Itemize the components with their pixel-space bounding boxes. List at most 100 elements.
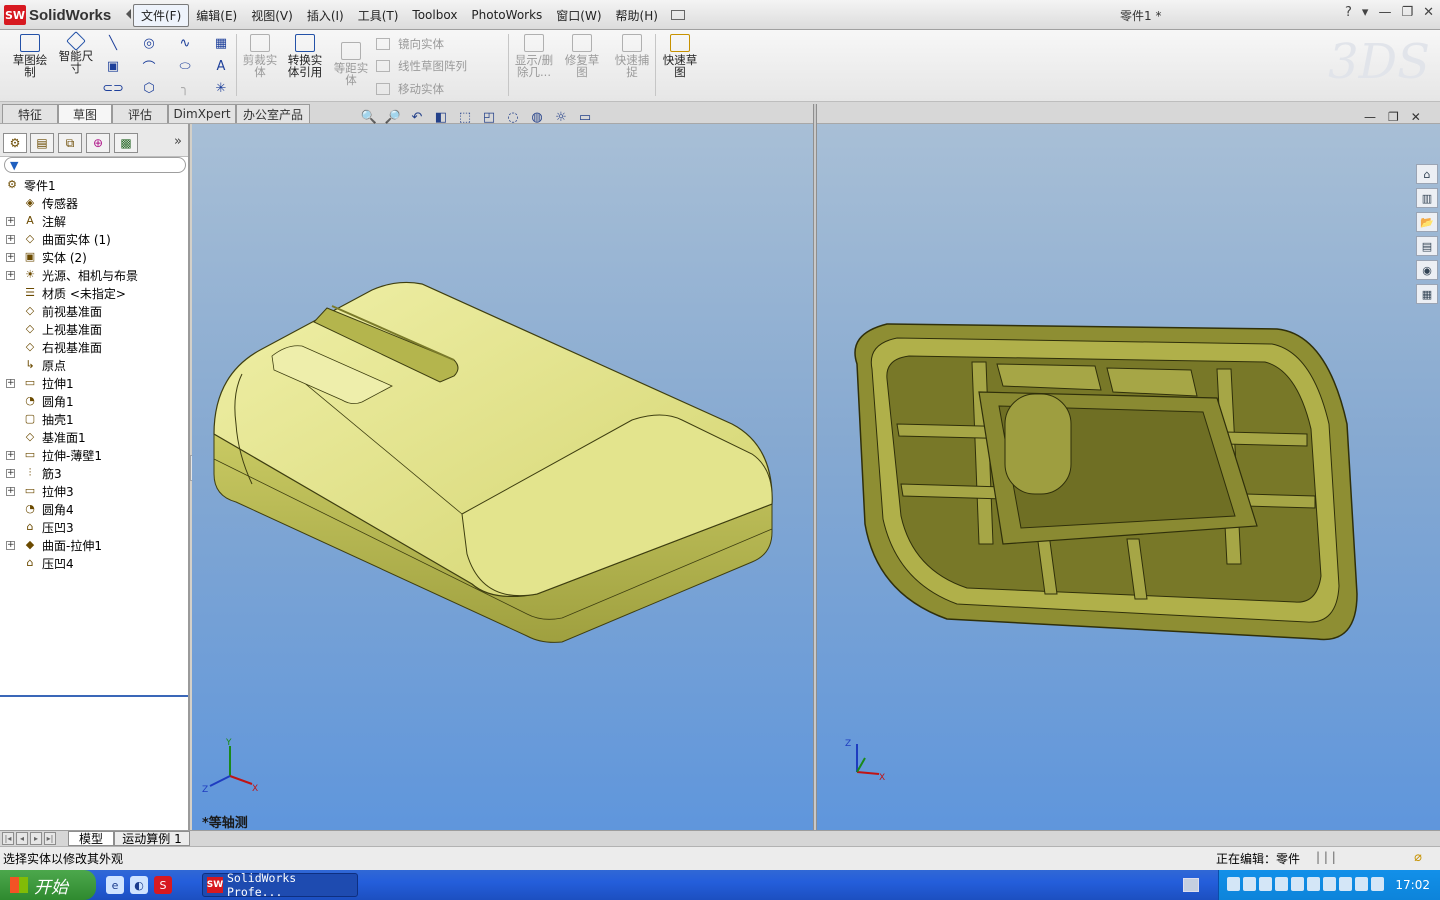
tree-node[interactable]: ◇ 右视基准面: [0, 338, 188, 356]
tree-node[interactable]: ▢ 抽壳1: [0, 410, 188, 428]
expand-icon[interactable]: +: [6, 487, 15, 496]
home-icon[interactable]: ⌂: [1416, 164, 1438, 184]
menu-flyout-arrow-icon[interactable]: [126, 9, 131, 19]
prev-tab-icon[interactable]: ◂: [16, 832, 28, 845]
tree-node[interactable]: + ▣ 实体 (2): [0, 248, 188, 266]
quick-snaps-button[interactable]: 快速捕捉: [610, 34, 654, 78]
text-tool[interactable]: A: [212, 58, 230, 74]
zoom-to-fit-icon[interactable]: 🔍: [360, 109, 378, 125]
tab-motion-study[interactable]: 运动算例 1: [114, 831, 190, 846]
view-settings-icon[interactable]: ▭: [576, 109, 594, 125]
repair-sketch-button[interactable]: 修复草图: [560, 34, 604, 78]
browser-icon[interactable]: ◐: [130, 876, 148, 894]
polygon-tool[interactable]: ⬡: [140, 80, 158, 96]
convert-entities-button[interactable]: 转换实体引用: [283, 34, 327, 78]
shield-icon[interactable]: [1307, 877, 1320, 891]
viewport-minimize-button[interactable]: —: [1364, 110, 1376, 124]
umbrella-icon[interactable]: [1339, 877, 1352, 891]
first-tab-icon[interactable]: |◂: [2, 832, 14, 845]
tree-node[interactable]: ⌂ 压凹4: [0, 554, 188, 572]
menu-insert[interactable]: 插入(I): [300, 5, 351, 26]
expand-icon[interactable]: +: [6, 469, 15, 478]
expand-icon[interactable]: +: [6, 541, 15, 550]
appearances-icon[interactable]: ◉: [1416, 260, 1438, 280]
tab-dimxpert[interactable]: DimXpert: [168, 104, 236, 123]
solidworks-logo[interactable]: SW SolidWorks: [4, 4, 111, 26]
arc-tool[interactable]: ⌒: [140, 58, 158, 76]
restore-button[interactable]: ❐: [1401, 5, 1413, 20]
graphics-viewport-right[interactable]: Z X ⌂ ▥ 📂 ▤ ◉ ▦: [817, 124, 1440, 830]
pin-menu-icon[interactable]: [670, 10, 685, 20]
feature-tree-filter[interactable]: ▼: [4, 157, 186, 173]
next-tab-icon[interactable]: ▸: [30, 832, 42, 845]
apply-scene-icon[interactable]: ☼: [552, 109, 570, 125]
sync-icon[interactable]: [1243, 877, 1256, 891]
expand-icon[interactable]: +: [6, 217, 15, 226]
menu-photoworks[interactable]: PhotoWorks: [464, 6, 549, 24]
tab-model[interactable]: 模型: [68, 831, 114, 846]
input-method-icon[interactable]: [1371, 877, 1384, 891]
hide-show-items-icon[interactable]: ◌: [504, 109, 522, 125]
linear-pattern-button[interactable]: 线性草图阵列: [376, 57, 467, 75]
rectangle-tool[interactable]: ▣: [104, 58, 122, 74]
display-icon[interactable]: [1291, 877, 1304, 891]
rapid-sketch-button[interactable]: 快速草图: [658, 34, 702, 78]
rollback-bar[interactable]: [0, 695, 188, 697]
sketch-button[interactable]: 草图绘制: [8, 34, 52, 78]
device-icon[interactable]: [1323, 877, 1336, 891]
construction-geometry-tool[interactable]: ▦: [212, 35, 230, 51]
menu-tools[interactable]: 工具(T): [351, 5, 406, 26]
tool-icon[interactable]: [1259, 877, 1272, 891]
property-manager-tab-icon[interactable]: ▤: [30, 133, 54, 153]
tree-node[interactable]: ◇ 基准面1: [0, 428, 188, 446]
tree-node[interactable]: ◔ 圆角1: [0, 392, 188, 410]
mirror-entities-button[interactable]: 镜向实体: [376, 35, 444, 53]
tab-office-products[interactable]: 办公室产品: [236, 104, 310, 123]
tree-node[interactable]: + ◆ 曲面-拉伸1: [0, 536, 188, 554]
expand-icon[interactable]: +: [6, 271, 15, 280]
internet-explorer-icon[interactable]: e: [106, 876, 124, 894]
tree-node[interactable]: + ☀ 光源、相机与布景: [0, 266, 188, 284]
menu-file[interactable]: 文件(F): [133, 3, 190, 27]
dimxpert-manager-tab-icon[interactable]: ⊕: [86, 133, 110, 153]
viewport-close-button[interactable]: ✕: [1411, 110, 1421, 124]
circle-tool[interactable]: ◎: [140, 35, 158, 51]
tree-node[interactable]: + ◇ 曲面实体 (1): [0, 230, 188, 248]
feature-manager-tab-icon[interactable]: ⚙: [3, 133, 27, 153]
more-tabs-icon[interactable]: »: [174, 134, 182, 149]
expand-icon[interactable]: +: [6, 379, 15, 388]
tree-node[interactable]: ⌂ 压凹3: [0, 518, 188, 536]
display-manager-tab-icon[interactable]: ▩: [114, 133, 138, 153]
tree-node[interactable]: + A 注解: [0, 212, 188, 230]
tree-node[interactable]: ◔ 圆角4: [0, 500, 188, 518]
tree-node[interactable]: ◈ 传感器: [0, 194, 188, 212]
display-style-icon[interactable]: ◰: [480, 109, 498, 125]
file-explorer-icon[interactable]: 📂: [1416, 212, 1438, 232]
close-button[interactable]: ✕: [1423, 5, 1434, 20]
graphics-viewport-left[interactable]: Y X Z *等轴测: [192, 124, 813, 831]
tree-node[interactable]: ↳ 原点: [0, 356, 188, 374]
view-palette-icon[interactable]: ▤: [1416, 236, 1438, 256]
ellipse-tool[interactable]: ⬭: [176, 58, 194, 74]
tree-node[interactable]: ◇ 上视基准面: [0, 320, 188, 338]
menu-window[interactable]: 窗口(W): [549, 5, 608, 26]
security-icon[interactable]: [1275, 877, 1288, 891]
rebuild-tag-icon[interactable]: ⌀: [1414, 850, 1422, 865]
tree-node[interactable]: ⚙ 零件1: [0, 176, 188, 194]
section-view-icon[interactable]: ◧: [432, 109, 450, 125]
tab-sketch[interactable]: 草图: [58, 104, 112, 123]
expand-icon[interactable]: +: [6, 451, 15, 460]
smart-dimension-button[interactable]: 智能尺寸: [54, 31, 98, 74]
tree-node[interactable]: + ▭ 拉伸-薄壁1: [0, 446, 188, 464]
menu-edit[interactable]: 编辑(E): [189, 5, 244, 26]
menu-toolbox[interactable]: Toolbox: [405, 6, 464, 24]
minimize-button[interactable]: —: [1378, 5, 1391, 20]
menu-view[interactable]: 视图(V): [244, 5, 300, 26]
tree-node[interactable]: + ⫶ 筋3: [0, 464, 188, 482]
tree-node[interactable]: + ▭ 拉伸3: [0, 482, 188, 500]
viewport-restore-button[interactable]: ❐: [1388, 110, 1399, 124]
taskbar-solidworks-item[interactable]: SW SolidWorks Profe...: [202, 871, 358, 899]
tree-node[interactable]: + ▭ 拉伸1: [0, 374, 188, 392]
tree-node[interactable]: ☰ 材质 <未指定>: [0, 284, 188, 302]
last-tab-icon[interactable]: ▸|: [44, 832, 56, 845]
